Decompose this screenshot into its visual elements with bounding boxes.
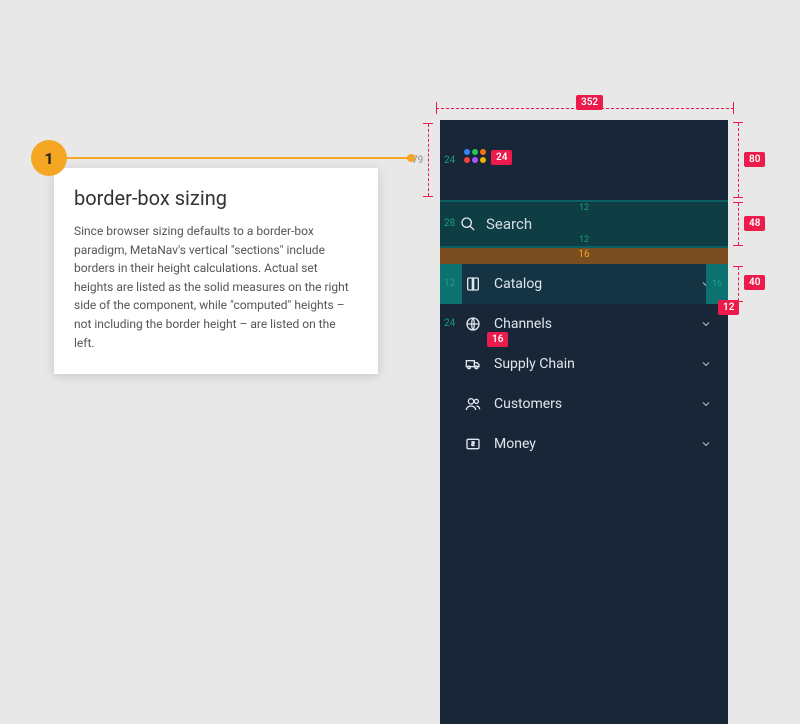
chevron-down-icon (700, 438, 712, 450)
chevron-down-icon (700, 358, 712, 370)
row-left-pad-label-2: 24 (444, 318, 455, 329)
search-icon (460, 216, 476, 232)
search-bottom-pad-label: 12 (579, 235, 589, 245)
book-icon (464, 275, 482, 293)
money-icon (464, 435, 482, 453)
chevron-down-icon (700, 398, 712, 410)
divider-height-label: 16 (578, 249, 589, 260)
row-left-pad-label: 12 (444, 278, 455, 289)
truck-icon (464, 355, 482, 373)
search-row[interactable]: 12 Search 12 (440, 200, 728, 248)
dimension-brand-actual-label: 80 (744, 152, 765, 167)
section-divider: 16 (440, 248, 728, 264)
brand-logo-icon (464, 149, 486, 171)
callout-card: border-box sizing Since browser sizing d… (54, 168, 378, 374)
brand-left-pad-label: 24 (444, 155, 455, 166)
nav-item-customers[interactable]: Customers (440, 384, 728, 424)
nav-item-money[interactable]: Money (440, 424, 728, 464)
nav-item-supply-chain[interactable]: Supply Chain (440, 344, 728, 384)
nav-item-pad-right-block: 16 (706, 264, 728, 304)
dimension-row-actual-label: 40 (744, 275, 765, 290)
nav-item-label: Customers (494, 396, 688, 412)
dimension-brand-computed: 79 (418, 120, 438, 200)
nav-item-channels[interactable]: Channels (440, 304, 728, 344)
icon-text-gap-pin: 16 (487, 332, 508, 347)
metanav-panel: 12 Search 12 16 Catalog 16 Channels (440, 120, 728, 724)
globe-icon (464, 315, 482, 333)
nav-item-catalog[interactable]: Catalog 16 (440, 264, 728, 304)
callout-body: Since browser sizing defaults to a borde… (74, 222, 358, 352)
chevron-down-icon (700, 318, 712, 330)
callout-title: border-box sizing (74, 186, 358, 210)
dimension-search-actual-label: 48 (744, 216, 765, 231)
callout-badge: 1 (31, 140, 67, 176)
dimension-width-label: 352 (576, 95, 603, 110)
callout-connector-line (67, 157, 411, 159)
brand-row (440, 120, 728, 200)
nav-item-label: Catalog (494, 276, 688, 292)
nav-list: Catalog 16 Channels Supply Chain (440, 264, 728, 724)
nav-item-label: Supply Chain (494, 356, 688, 372)
search-top-pad-label: 12 (579, 203, 589, 213)
brand-icon-size-pin: 24 (491, 150, 512, 165)
nav-item-label: Channels (494, 316, 688, 332)
chevron-size-pin: 12 (718, 300, 739, 315)
search-left-pad-label: 28 (444, 218, 455, 229)
search-label: Search (486, 215, 532, 233)
nav-item-label: Money (494, 436, 688, 452)
users-icon (464, 395, 482, 413)
